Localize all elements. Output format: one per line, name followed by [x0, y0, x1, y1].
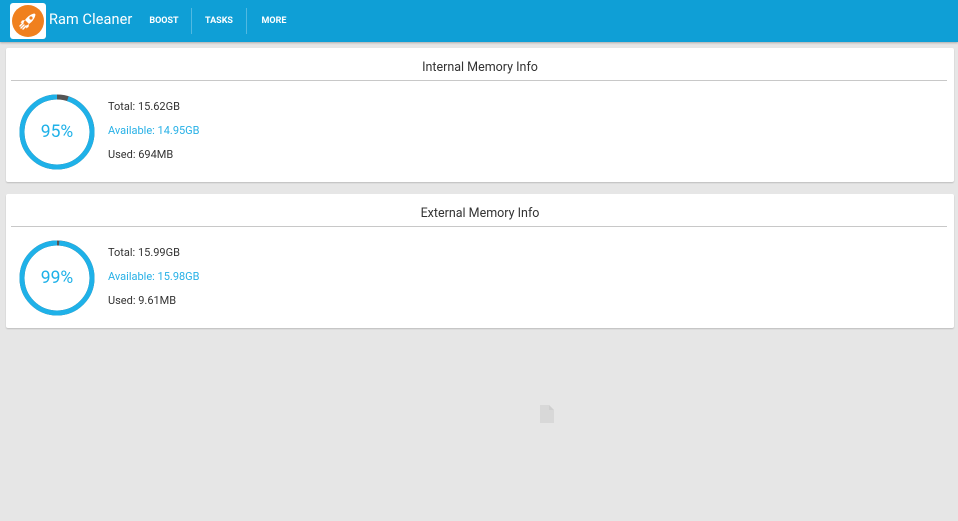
external-available: Available: 15.98GB	[108, 270, 200, 283]
internal-memory-title: Internal Memory Info	[422, 60, 538, 75]
app-toolbar: Ram Cleaner BOOST TASKS MORE	[0, 0, 958, 42]
internal-available: Available: 14.95GB	[108, 124, 200, 137]
external-memory-card: External Memory Info 99% Total: 15.99GB …	[6, 194, 954, 328]
internal-percent-label: 95%	[40, 122, 74, 142]
title-divider	[11, 80, 947, 81]
internal-total: Total: 15.62GB	[108, 100, 180, 113]
app-title: Ram Cleaner	[49, 11, 133, 28]
external-memory-gauge: 99%	[18, 239, 96, 317]
file-icon	[540, 405, 554, 423]
rocket-icon	[12, 5, 44, 37]
external-percent-label: 99%	[40, 268, 74, 288]
external-memory-title: External Memory Info	[420, 206, 540, 221]
internal-memory-gauge: 95%	[18, 93, 96, 171]
tab-tasks[interactable]: TASKS	[192, 0, 246, 42]
tab-more[interactable]: MORE	[247, 0, 301, 42]
tab-boost[interactable]: BOOST	[137, 0, 191, 42]
internal-memory-card: Internal Memory Info 95% Total: 15.62GB …	[6, 48, 954, 182]
external-total: Total: 15.99GB	[108, 246, 180, 259]
internal-used: Used: 694MB	[108, 148, 174, 161]
app-logo[interactable]	[10, 3, 46, 39]
external-used: Used: 9.61MB	[108, 294, 177, 307]
title-divider	[11, 226, 947, 227]
